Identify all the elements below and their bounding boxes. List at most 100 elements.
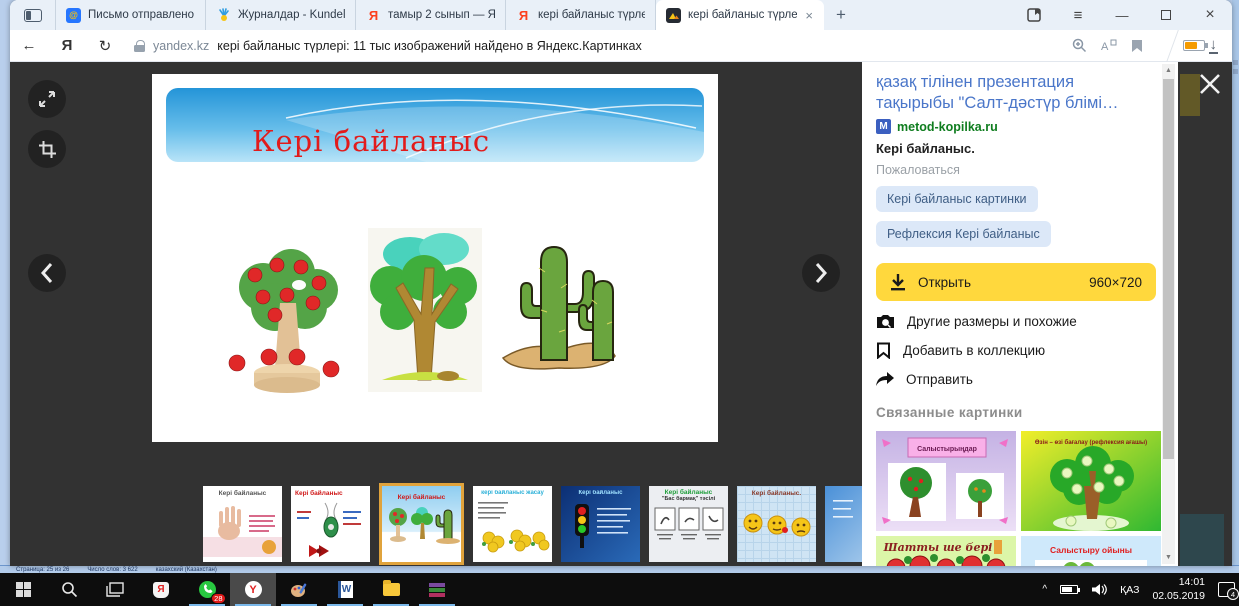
close-window-button[interactable]: × — [1188, 0, 1232, 30]
related-image-2[interactable]: Өзін – өзі бағалау (рефлексия ағашы) — [1021, 431, 1161, 532]
taskbar-whatsapp[interactable]: 28 — [184, 573, 230, 606]
next-image-button[interactable] — [802, 254, 840, 292]
tab-yandex-search-1[interactable]: Я тамыр 2 сынып — Яндекс — [356, 0, 506, 30]
taskbar: Я 28 Y W ^ ҚАЗ 14:01 02.05.2019 4 — [0, 573, 1239, 606]
add-to-collection-action[interactable]: Добавить в коллекцию — [876, 342, 1156, 360]
previous-image-button[interactable] — [28, 254, 66, 292]
svg-text:A: A — [1101, 41, 1109, 53]
taskbar-yandex-shield[interactable]: Я — [138, 573, 184, 606]
image-caption: Кері байланыс. — [876, 141, 975, 157]
tab-label: тамыр 2 сынып — Яндекс — [388, 9, 495, 21]
yandex-button[interactable]: Я — [48, 37, 86, 54]
related-query-chip-2[interactable]: Рефлексия Кері байланыс — [876, 221, 1051, 248]
tab-close-icon[interactable]: × — [804, 8, 814, 23]
tab-mail[interactable]: @ Письмо отправлено - По — [56, 0, 206, 30]
system-tray: ^ ҚАЗ 14:01 02.05.2019 4 — [1042, 576, 1239, 602]
taskbar-winrar[interactable] — [414, 573, 460, 606]
urlbar-divider — [1152, 29, 1179, 62]
thumbnail-6[interactable]: Кері байланыс "Бас бармақ" тәсілі — [649, 486, 728, 562]
downloads-icon[interactable]: ↓ — [1208, 37, 1218, 54]
word-word-count: Число слов: 3 622 — [87, 566, 138, 573]
battery-icon[interactable] — [1060, 585, 1081, 594]
menu-icon[interactable]: ≡ — [1056, 0, 1100, 30]
yandex-shield-icon: Я — [153, 581, 169, 598]
related-image-3[interactable]: Шатты ше бері — [876, 536, 1016, 566]
taskbar-word[interactable]: W — [322, 573, 368, 606]
word-language: казахский (Казахстан) — [155, 566, 217, 573]
url-query: кері байланыс түрлері: 11 тыс изображени… — [217, 38, 642, 53]
all-tabs-icon[interactable] — [1012, 0, 1056, 30]
close-viewer-button[interactable] — [1198, 68, 1230, 100]
action-label: Другие размеры и похожие — [907, 314, 1077, 330]
keyboard-language[interactable]: ҚАЗ — [1120, 584, 1139, 596]
back-button[interactable]: ← — [10, 37, 48, 54]
taskbar-search-button[interactable] — [46, 573, 92, 606]
power-save-icon[interactable] — [1182, 40, 1208, 51]
thumbnail-2[interactable]: Кері байланыс — [291, 486, 370, 562]
related-image-4[interactable]: Салыстыру ойыны — [1021, 536, 1161, 566]
thumbnail-5[interactable]: Кері байланыс — [561, 486, 640, 562]
thumbnail-1[interactable]: Кері байланыс — [203, 486, 282, 562]
action-center-icon[interactable]: 4 — [1218, 582, 1239, 600]
scrollbar-thumb[interactable] — [1163, 79, 1174, 459]
dimmed-page-fragment — [1180, 74, 1200, 116]
speaker-icon[interactable] — [1091, 583, 1107, 596]
taskbar-paint[interactable] — [276, 573, 322, 606]
side-panel-icon — [23, 8, 42, 22]
clock[interactable]: 14:01 02.05.2019 — [1152, 576, 1205, 602]
tab-kundelik[interactable]: Журналдар - Kundelik.kz — [206, 0, 356, 30]
site-favicon: M — [876, 119, 891, 135]
tab-images-active[interactable]: кері байланыс түрлері: × — [656, 0, 824, 30]
side-panel-toggle[interactable] — [10, 0, 56, 30]
taskbar-file-explorer[interactable] — [368, 573, 414, 606]
zoom-page-icon[interactable] — [1072, 38, 1087, 53]
fullscreen-button[interactable] — [28, 80, 66, 118]
maximize-button[interactable] — [1144, 0, 1188, 30]
thumbnail-3-selected[interactable]: Кері байланыс — [379, 483, 464, 565]
similar-sizes-action[interactable]: Другие размеры и похожие — [876, 314, 1156, 329]
url-domain: yandex.kz — [153, 38, 210, 53]
related-query-chip-1[interactable]: Кері байланыс картинки — [876, 186, 1038, 213]
download-icon — [891, 274, 905, 291]
open-image-button[interactable]: Открыть 960×720 — [876, 263, 1156, 302]
source-row[interactable]: M metod-kopilka.ru — [876, 119, 1156, 135]
share-action[interactable]: Отправить — [876, 372, 1156, 387]
main-image[interactable]: Кері байланыс — [152, 74, 718, 442]
tree-illustration — [368, 228, 482, 392]
task-view-button[interactable] — [92, 573, 138, 606]
winrar-icon — [429, 582, 445, 597]
result-title-link[interactable]: қазақ тілінен презентация тақырыбы "Салт… — [876, 72, 1156, 114]
lock-icon — [134, 39, 145, 52]
scroll-down-icon[interactable]: ▼ — [1162, 551, 1175, 564]
sidebar-scrollbar[interactable]: ▲ ▼ — [1162, 64, 1175, 564]
tab-yandex-search-2[interactable]: Я кері байланыс түрлері — — [506, 0, 656, 30]
url-icons: A — [1072, 29, 1183, 62]
yandex-icon: Я — [518, 7, 529, 23]
refresh-button[interactable]: ↻ — [86, 37, 124, 55]
translate-icon[interactable]: A — [1101, 39, 1117, 53]
url-field[interactable]: yandex.kz кері байланыс түрлері: 11 тыс … — [124, 29, 1183, 62]
tab-label: кері байланыс түрлері — — [538, 9, 645, 21]
report-link[interactable]: Пожаловаться — [876, 163, 1156, 177]
chevron-right-icon — [815, 263, 828, 283]
close-icon — [1200, 74, 1220, 94]
minimize-button[interactable]: — — [1100, 0, 1144, 30]
tray-time: 14:01 — [1178, 576, 1205, 589]
bookmark-flag-icon[interactable] — [1131, 39, 1143, 53]
crop-button[interactable] — [28, 130, 66, 168]
thumbnail-7[interactable]: Кері байланыс. — [737, 486, 816, 562]
tab-label: Журналдар - Kundelik.kz — [238, 9, 345, 21]
taskbar-yandex-browser[interactable]: Y — [230, 573, 276, 606]
related-image-1[interactable]: Салыстырыңдар — [876, 431, 1016, 532]
yandex-browser-icon: Y — [244, 581, 262, 598]
thumbnail-4[interactable]: кері байланыс жасау — [473, 486, 552, 562]
tray-chevron-icon[interactable]: ^ — [1042, 584, 1047, 595]
new-tab-button[interactable]: + — [824, 0, 858, 30]
source-domain: metod-kopilka.ru — [897, 119, 998, 134]
svg-text:Өзін – өзі бағалау (рефлексия: Өзін – өзі бағалау (рефлексия ағашы) — [1035, 439, 1147, 446]
related-images-header: Связанные картинки — [876, 405, 1023, 421]
start-button[interactable] — [0, 573, 46, 606]
scroll-up-icon[interactable]: ▲ — [1162, 64, 1175, 77]
action-label: Добавить в коллекцию — [903, 343, 1046, 359]
hand-icon — [216, 8, 231, 23]
